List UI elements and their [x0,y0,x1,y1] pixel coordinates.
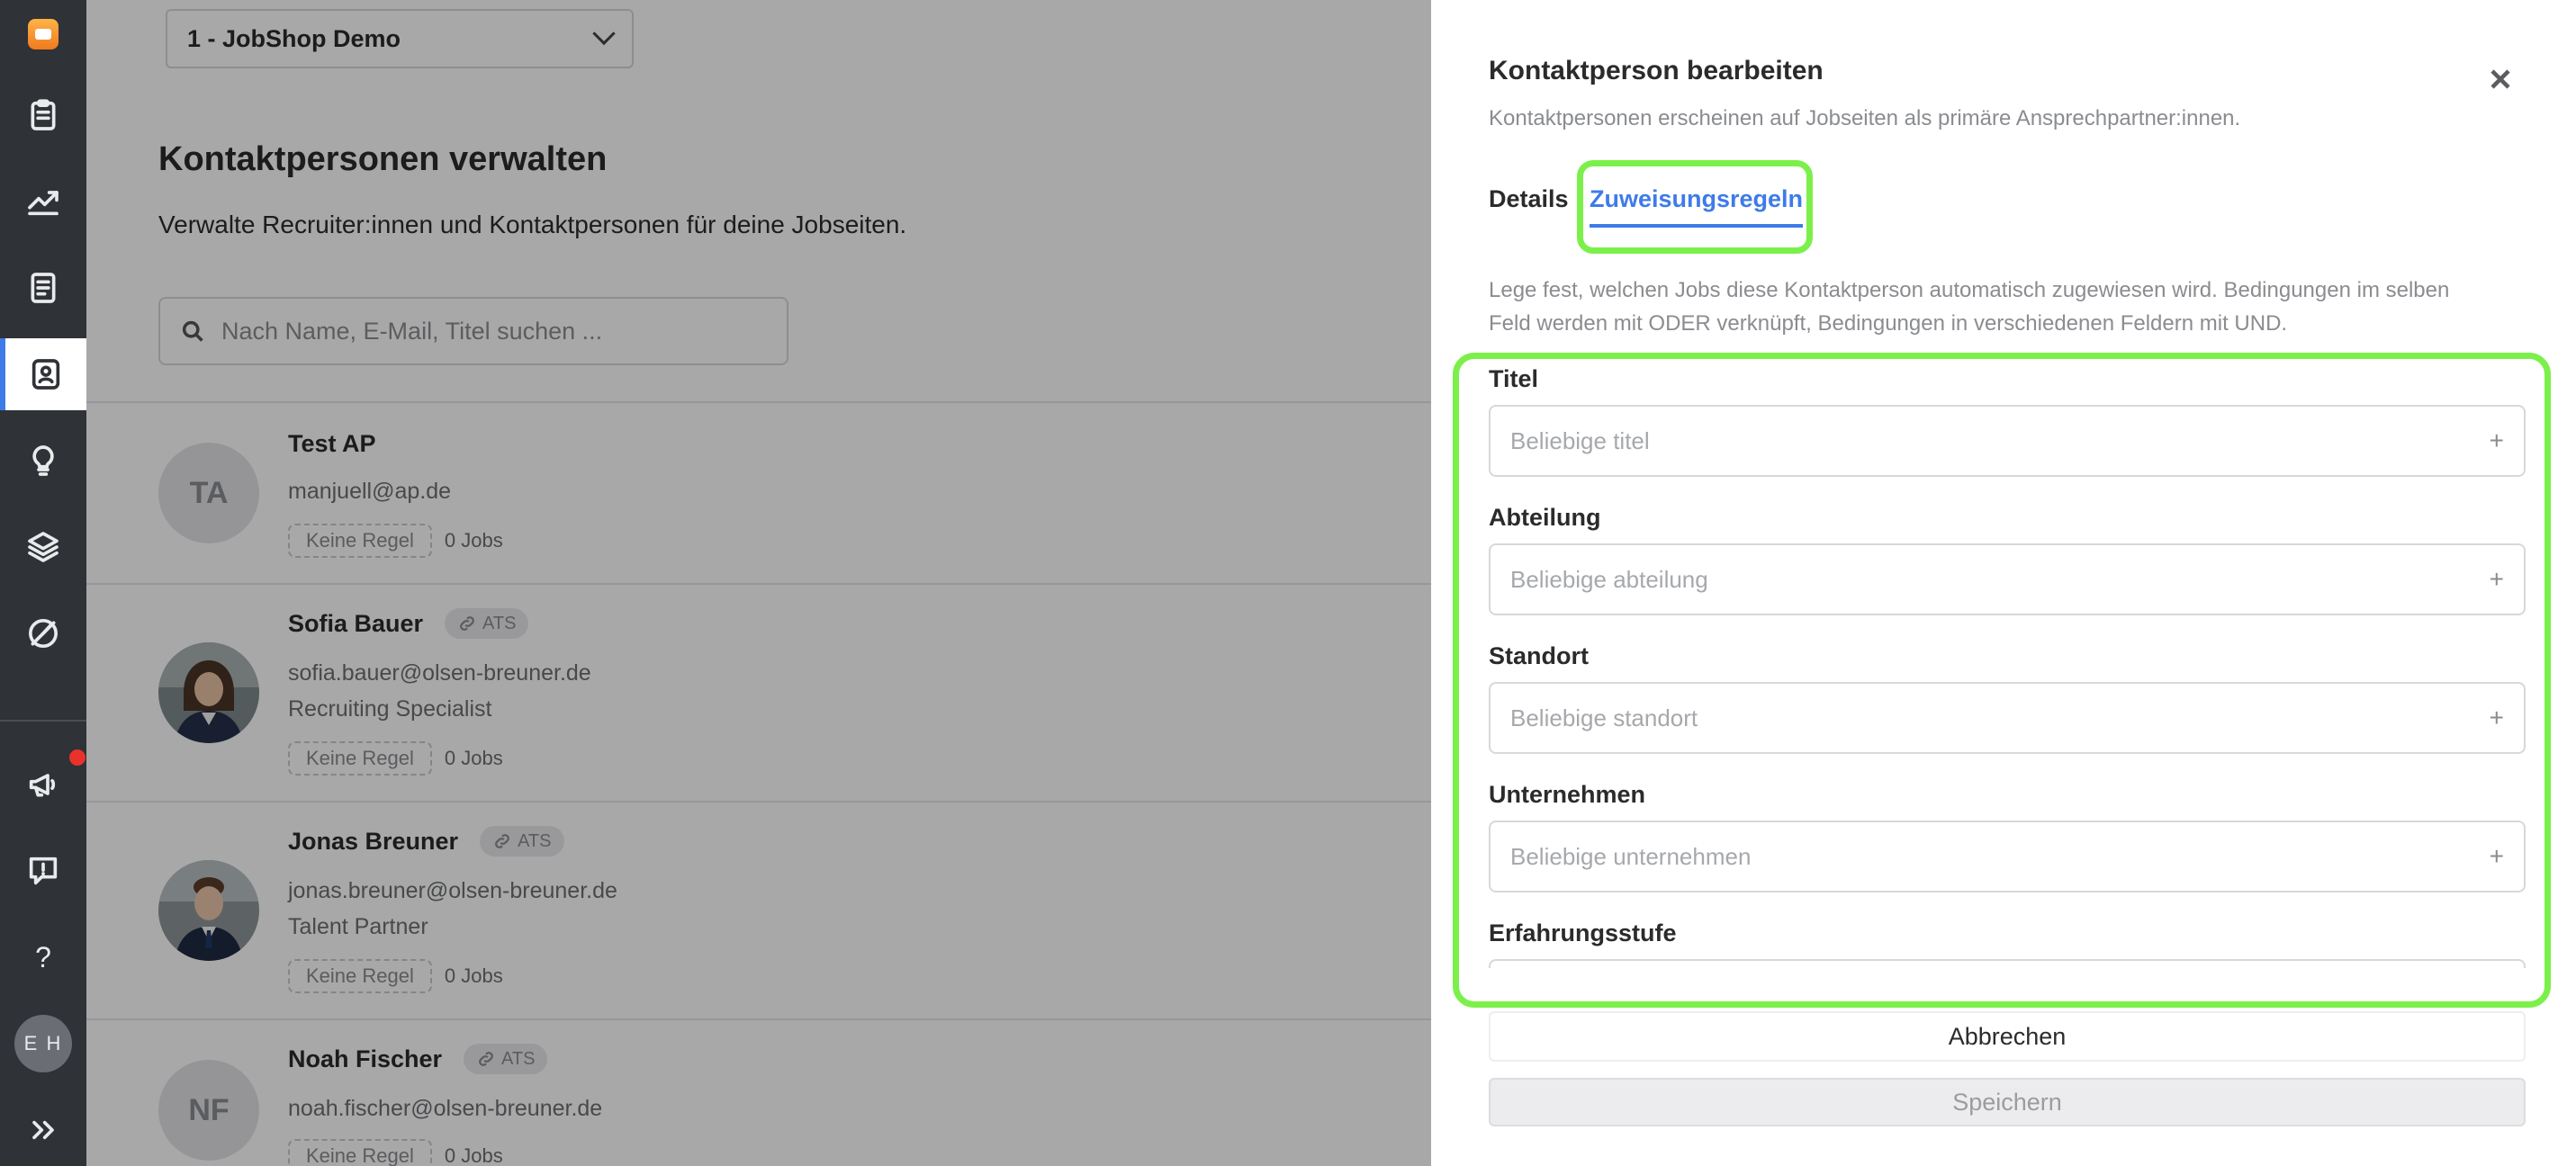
search-input[interactable] [221,317,761,345]
contact-role: Talent Partner [288,914,428,939]
help-icon[interactable]: ? [0,921,86,993]
expand-icon[interactable] [0,1094,86,1166]
experience-rule-field[interactable] [1489,959,2526,968]
jobs-count: 0 Jobs [444,529,503,552]
user-menu[interactable]: E H [0,1008,86,1080]
rule-tag: Keine Regel [288,1139,432,1166]
contact-tags: Keine Regel 0 Jobs [288,741,503,776]
department-rule-field[interactable]: + [1489,543,2526,615]
search-box[interactable] [158,297,788,365]
page-subtitle: Verwalte Recruiter:innen und Kontaktpers… [158,211,907,238]
feedback-icon[interactable] [0,835,86,907]
field-label-department: Abteilung [1489,504,1601,531]
add-icon[interactable]: + [2490,704,2504,732]
department-rule-input[interactable] [1510,565,2446,594]
field-label-location: Standort [1489,642,1589,669]
location-rule-field[interactable]: + [1489,682,2526,754]
layers-icon[interactable] [0,511,86,583]
rules-fields-scroll[interactable]: Titel + Abteilung + Standort + Unternehm… [1489,356,2526,968]
contact-tags: Keine Regel 0 Jobs [288,1139,503,1166]
close-button[interactable] [2484,63,2517,95]
ats-badge: ATS [464,1044,548,1074]
link-icon [495,834,509,848]
page-title: Kontaktpersonen verwalten [158,140,608,178]
contact-name: Test AP [288,430,376,457]
avatar [158,860,259,961]
contact-name: Jonas Breuner ATS [288,826,564,857]
list-divider [86,401,1431,403]
jobs-count: 0 Jobs [444,964,503,987]
close-icon [2490,69,2510,89]
workspace-select-value: 1 - JobShop Demo [187,24,401,52]
field-label-experience: Erfahrungsstufe [1489,919,1677,946]
add-icon[interactable]: + [2490,565,2504,594]
contact-email: manjuell@ap.de [288,479,452,504]
contact-role: Recruiting Specialist [288,696,492,722]
location-rule-input[interactable] [1510,704,2446,732]
notification-dot [67,747,88,768]
jobs-count: 0 Jobs [444,747,503,769]
search-icon [182,320,203,342]
link-icon [479,1052,493,1066]
lightbulb-icon[interactable] [0,425,86,497]
main-content: 1 - JobShop Demo Kontaktpersonen verwalt… [86,0,1431,1166]
save-button[interactable]: Speichern [1489,1078,2526,1126]
contact-name: Sofia Bauer ATS [288,608,529,639]
contact-email: jonas.breuner@olsen-breuner.de [288,878,617,903]
gauge-icon[interactable] [0,597,86,669]
clipboard-icon[interactable] [0,79,86,151]
app-logo-icon[interactable] [0,0,86,68]
workspace-select[interactable]: 1 - JobShop Demo [166,9,634,68]
contact-tags: Keine Regel 0 Jobs [288,524,503,558]
avatar: TA [158,443,259,543]
document-icon[interactable] [0,252,86,324]
jobs-count: 0 Jobs [444,1144,503,1166]
drawer-title: Kontaktperson bearbeiten [1489,56,1824,85]
field-label-company: Unternehmen [1489,781,1646,808]
field-label-title: Titel [1489,365,1539,392]
company-rule-input[interactable] [1510,842,2446,871]
rule-tag: Keine Regel [288,524,432,558]
avatar: E H [14,1015,72,1072]
chart-trend-icon[interactable] [0,166,86,238]
edit-contact-drawer: Kontaktperson bearbeiten Kontaktpersonen… [1431,0,2576,1166]
list-divider [86,1018,1431,1020]
drawer-subtitle: Kontaktpersonen erscheinen auf Jobseiten… [1489,106,2241,130]
rule-tag: Keine Regel [288,959,432,993]
title-rule-field[interactable]: + [1489,405,2526,477]
tab-details[interactable]: Details [1489,185,1569,213]
cancel-button[interactable]: Abbrechen [1489,1011,2526,1062]
sidebar-divider [0,720,86,722]
rule-tag: Keine Regel [288,741,432,776]
list-divider [86,801,1431,803]
add-icon[interactable]: + [2490,842,2504,871]
contact-book-icon[interactable] [0,338,86,410]
contact-name: Noah Fischer ATS [288,1044,548,1074]
chevron-down-icon [592,22,616,46]
link-icon [460,616,474,631]
contact-email: noah.fischer@olsen-breuner.de [288,1096,603,1121]
title-rule-input[interactable] [1510,426,2446,455]
list-divider [86,583,1431,585]
ats-badge: ATS [445,608,529,639]
avatar [158,642,259,743]
contact-tags: Keine Regel 0 Jobs [288,959,503,993]
avatar: NF [158,1060,259,1161]
add-icon[interactable]: + [2490,426,2504,455]
ats-badge: ATS [480,826,564,857]
contact-email: sofia.bauer@olsen-breuner.de [288,660,591,686]
rules-description: Lege fest, welchen Jobs diese Kontaktper… [1489,278,2450,336]
company-rule-field[interactable]: + [1489,821,2526,892]
sidebar: ? E H [0,0,88,1166]
tab-assignment-rules[interactable]: Zuweisungsregeln [1590,185,1804,228]
